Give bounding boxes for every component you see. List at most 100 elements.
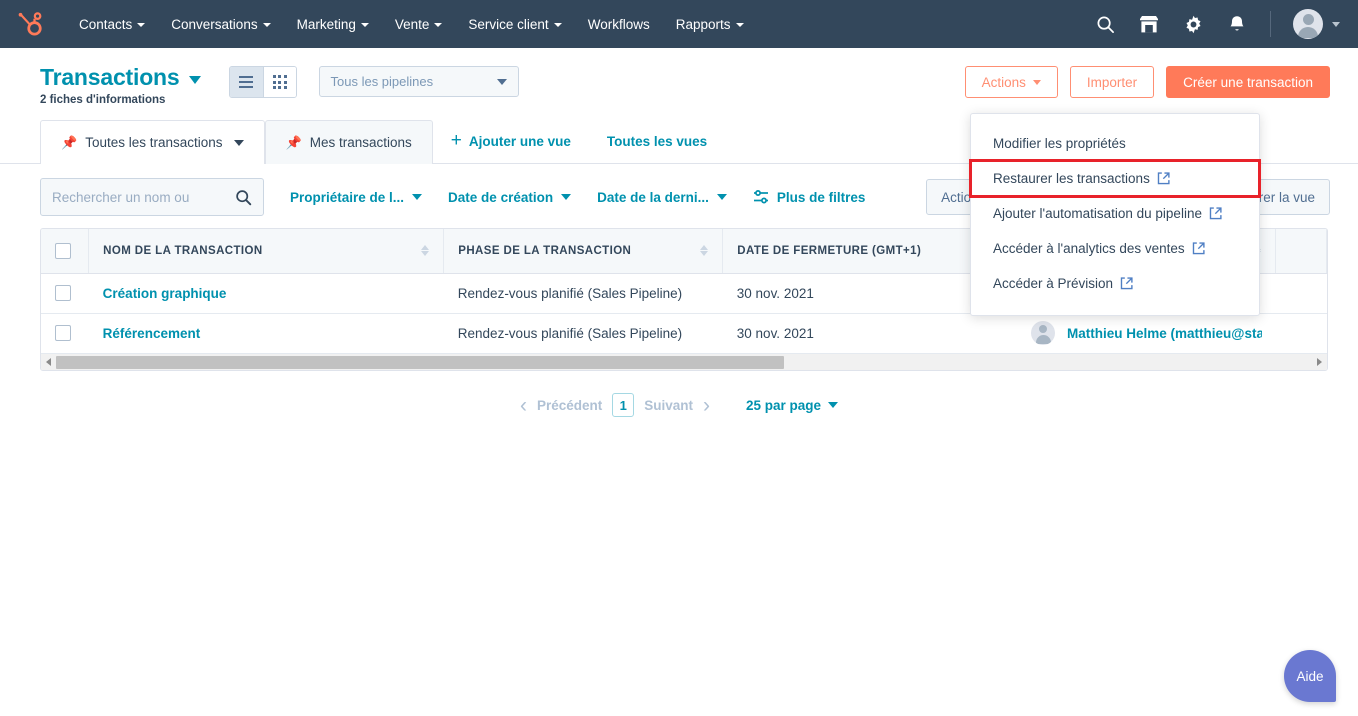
chevron-down-icon: [262, 23, 271, 27]
menu-item-modifier-les-proprietes[interactable]: Modifier les propriétés: [971, 126, 1259, 161]
nav-divider: [1270, 11, 1271, 37]
chevron-down-icon: [496, 78, 507, 85]
primary-nav-items: Contacts Conversations Marketing Vente S…: [66, 11, 757, 38]
filter-label: Date de création: [448, 189, 554, 205]
nav-item-vente[interactable]: Vente: [382, 11, 456, 38]
scrollbar-thumb[interactable]: [56, 355, 785, 369]
nav-label: Rapports: [675, 16, 731, 32]
pin-icon: 📌: [285, 134, 302, 150]
table-row[interactable]: Référencement Rendez-vous planifié (Sale…: [41, 313, 1327, 353]
help-label: Aide: [1296, 668, 1324, 684]
menu-item-ajouter-automatisation-pipeline[interactable]: Ajouter l'automatisation du pipeline: [971, 196, 1259, 231]
chevron-down-icon: [233, 139, 244, 146]
tab-mes-transactions[interactable]: 📌 Mes transactions: [264, 120, 433, 164]
scroll-right-arrow-icon[interactable]: [1312, 358, 1327, 366]
pipeline-select[interactable]: Tous les pipelines: [318, 66, 519, 97]
tab-label: Mes transactions: [309, 135, 412, 150]
chevron-down-icon: [1032, 79, 1041, 85]
help-button[interactable]: Aide: [1284, 650, 1336, 702]
search-box[interactable]: [40, 178, 264, 216]
avatar: [1293, 9, 1323, 39]
filter-date-creation[interactable]: Date de création: [448, 189, 572, 205]
more-filters-button[interactable]: Plus de filtres: [753, 189, 866, 205]
grid-view-icon[interactable]: [262, 67, 296, 97]
page-number-1[interactable]: 1: [612, 393, 635, 417]
nav-item-contacts[interactable]: Contacts: [66, 11, 158, 38]
prev-page-button[interactable]: Précédent: [537, 398, 602, 413]
menu-item-restaurer-les-transactions[interactable]: Restaurer les transactions: [969, 159, 1261, 198]
avatar: [1031, 321, 1056, 346]
nav-label: Conversations: [171, 16, 258, 32]
nav-label: Contacts: [79, 16, 133, 32]
column-header-name[interactable]: NOM DE LA TRANSACTION: [88, 229, 445, 274]
menu-item-label: Restaurer les transactions: [993, 171, 1150, 186]
filter-proprietaire[interactable]: Propriétaire de l...: [290, 190, 423, 205]
settings-gear-icon[interactable]: [1182, 13, 1204, 35]
cell-deal-stage: Rendez-vous planifié (Sales Pipeline): [443, 273, 723, 314]
chevron-down-icon: [434, 23, 443, 27]
nav-item-workflows[interactable]: Workflows: [575, 11, 663, 38]
filter-date-derniere[interactable]: Date de la derni...: [597, 190, 727, 205]
menu-item-label: Accéder à Prévision: [993, 276, 1114, 291]
plus-icon: +: [450, 129, 462, 151]
nav-item-service-client[interactable]: Service client: [455, 11, 574, 38]
list-bars: [239, 75, 253, 89]
horizontal-scrollbar[interactable]: [41, 353, 1327, 370]
scroll-left-arrow-icon[interactable]: [41, 358, 56, 366]
create-deal-button[interactable]: Créer une transaction: [1166, 66, 1330, 98]
tab-label: Toutes les transactions: [85, 135, 223, 150]
nav-label: Service client: [468, 16, 549, 32]
nav-item-rapports[interactable]: Rapports: [663, 11, 757, 38]
marketplace-icon[interactable]: [1138, 13, 1160, 35]
external-link-icon: [1157, 172, 1170, 185]
chevron-down-icon: [716, 194, 727, 200]
notifications-bell-icon[interactable]: [1226, 13, 1248, 35]
next-arrow-icon[interactable]: ›: [703, 395, 710, 416]
account-menu[interactable]: [1293, 9, 1340, 39]
row-checkbox[interactable]: [55, 285, 71, 301]
add-view-button[interactable]: + Ajouter une vue: [433, 119, 589, 163]
chevron-down-icon[interactable]: [188, 76, 201, 84]
more-filters-label: Plus de filtres: [776, 189, 866, 205]
search-icon[interactable]: [235, 189, 252, 206]
owner-link[interactable]: Matthieu Helme (matthieu@sta…: [1067, 326, 1262, 341]
column-header-stage[interactable]: PHASE DE LA TRANSACTION: [443, 229, 724, 274]
chevron-down-icon: [735, 23, 744, 27]
deal-name-link[interactable]: Référencement: [103, 326, 201, 341]
search-input[interactable]: [52, 189, 222, 205]
hubspot-logo[interactable]: [14, 7, 48, 41]
grid-dots: [272, 75, 287, 89]
prev-arrow-icon[interactable]: ‹: [520, 395, 527, 416]
tab-toutes-les-transactions[interactable]: 📌 Toutes les transactions: [40, 120, 265, 164]
search-icon[interactable]: [1094, 13, 1116, 35]
sort-icon[interactable]: [421, 245, 430, 257]
chevron-down-icon: [412, 194, 423, 200]
page-title[interactable]: Transactions: [40, 64, 180, 91]
actions-button[interactable]: Actions: [964, 66, 1058, 98]
scrollbar-track[interactable]: [56, 355, 1312, 369]
list-view-icon[interactable]: [229, 67, 263, 97]
chevron-down-icon: [828, 402, 839, 408]
import-button[interactable]: Importer: [1069, 66, 1155, 98]
actions-button-label: Actions: [981, 74, 1026, 90]
nav-item-marketing[interactable]: Marketing: [284, 11, 382, 38]
nav-label: Marketing: [296, 16, 356, 32]
column-header-extra: [1275, 229, 1327, 274]
nav-item-conversations[interactable]: Conversations: [158, 11, 283, 38]
row-checkbox[interactable]: [55, 325, 71, 342]
row-select-cell: [41, 273, 89, 314]
column-label: NOM DE LA TRANSACTION: [103, 244, 263, 257]
next-page-button[interactable]: Suivant: [644, 398, 693, 413]
cell-deal-stage: Rendez-vous planifié (Sales Pipeline): [457, 325, 683, 341]
all-views-link[interactable]: Toutes les vues: [589, 119, 725, 163]
deal-name-link[interactable]: Création graphique: [103, 286, 227, 301]
external-link-icon: [1120, 277, 1133, 290]
chevron-down-icon: [137, 23, 146, 27]
per-page-select[interactable]: 25 par page: [746, 398, 839, 413]
select-all-checkbox[interactable]: [55, 242, 71, 259]
sort-icon[interactable]: [700, 245, 709, 257]
pipeline-select-value: Tous les pipelines: [330, 74, 434, 89]
menu-item-acceder-analytics-des-ventes[interactable]: Accéder à l'analytics des ventes: [971, 231, 1259, 266]
record-count: 2 fiches d'informations: [40, 94, 166, 106]
menu-item-acceder-a-prevision[interactable]: Accéder à Prévision: [971, 266, 1259, 301]
